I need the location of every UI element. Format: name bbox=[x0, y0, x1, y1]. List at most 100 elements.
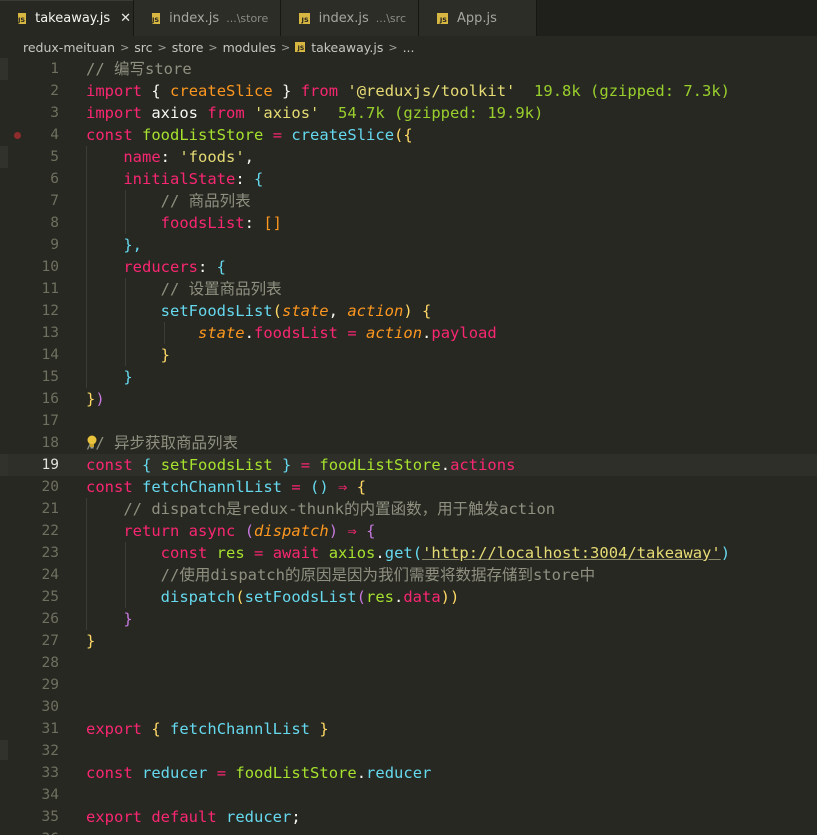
keyword: import bbox=[86, 104, 142, 122]
tab-description: ...\src bbox=[375, 11, 406, 25]
line-number: 5 bbox=[50, 149, 59, 165]
line-number: 16 bbox=[41, 391, 59, 407]
line-number: 9 bbox=[50, 237, 59, 253]
tab-label: App.js bbox=[457, 10, 497, 26]
line-number: 34 bbox=[41, 787, 59, 803]
code-line: 30 bbox=[0, 696, 817, 718]
string-url[interactable]: 'http://localhost:3004/takeaway' bbox=[422, 544, 721, 562]
colon: : bbox=[235, 170, 245, 188]
operator: = bbox=[254, 544, 264, 562]
line-number: 19 bbox=[41, 457, 59, 473]
tab-index-js-src[interactable]: JS index.js ...\src bbox=[281, 0, 419, 36]
array-literal: [] bbox=[263, 214, 283, 232]
dot: . bbox=[356, 764, 367, 782]
breadcrumb-item[interactable]: src bbox=[134, 40, 152, 55]
line-number: 31 bbox=[41, 721, 59, 737]
close-icon[interactable]: ✕ bbox=[120, 11, 131, 26]
code-editor[interactable]: 1 // 编写store 2 import { createSlice } fr… bbox=[0, 58, 817, 835]
keyword: const bbox=[160, 544, 208, 562]
semicolon: ; bbox=[291, 808, 301, 826]
code-line: 6 initialState: { bbox=[0, 168, 817, 190]
keyword: import bbox=[86, 82, 142, 100]
code-line: 14 } bbox=[0, 344, 817, 366]
breadcrumb-item[interactable]: store bbox=[172, 40, 204, 55]
brace: } bbox=[282, 456, 292, 474]
brace: { bbox=[216, 258, 227, 276]
breadcrumb-item[interactable]: takeaway.js bbox=[311, 40, 383, 55]
code-line: 29 bbox=[0, 674, 817, 696]
brace: { bbox=[142, 456, 152, 474]
code-line: 34 bbox=[0, 784, 817, 806]
line-number: 25 bbox=[41, 589, 59, 605]
brace: } bbox=[160, 346, 170, 364]
breadcrumb-separator: > bbox=[157, 40, 167, 54]
code-line: 26 } bbox=[0, 608, 817, 630]
code-line: 9 }, bbox=[0, 234, 817, 256]
breadcrumb-item[interactable]: redux-meituan bbox=[23, 40, 115, 55]
parameter: state bbox=[281, 302, 329, 320]
import-cost-hint: 19.8k (gzipped: 7.3k) bbox=[534, 82, 731, 100]
brace: } bbox=[282, 82, 292, 100]
identifier: fetchChannlList bbox=[142, 478, 282, 496]
brace: }, bbox=[123, 236, 142, 254]
brace: { bbox=[254, 170, 264, 188]
brace: } bbox=[86, 632, 96, 650]
identifier: axios bbox=[151, 104, 199, 122]
tab-takeaway-js[interactable]: JS takeaway.js ✕ bbox=[0, 0, 134, 36]
dot: . bbox=[244, 324, 254, 342]
tab-index-js-store[interactable]: JS index.js ...\store bbox=[134, 0, 281, 36]
code-comment: //使用dispatch的原因是因为我们需要将数据存储到store中 bbox=[160, 566, 596, 584]
parameter: dispatch bbox=[254, 522, 329, 540]
lightbulb-icon[interactable] bbox=[86, 434, 98, 450]
operator: = bbox=[291, 478, 301, 496]
property-key: reducers bbox=[123, 258, 198, 276]
line-number: 30 bbox=[41, 699, 59, 715]
brace: { bbox=[151, 720, 161, 738]
code-line: 35 export default reducer; bbox=[0, 806, 817, 828]
paren: ( bbox=[235, 588, 245, 606]
identifier: reducer bbox=[226, 808, 292, 826]
breadcrumb-item[interactable]: modules bbox=[223, 40, 276, 55]
line-number: 4 bbox=[50, 127, 59, 143]
line-number: 1 bbox=[50, 61, 59, 77]
line-number: 33 bbox=[41, 765, 59, 781]
code-line: 23 const res = await axios.get('http://l… bbox=[0, 542, 817, 564]
function-call: get bbox=[384, 544, 413, 562]
line-number: 26 bbox=[41, 611, 59, 627]
brace: { bbox=[356, 478, 367, 496]
paren: ( bbox=[356, 588, 366, 606]
line-number: 2 bbox=[50, 83, 59, 99]
line-number: 3 bbox=[50, 105, 59, 121]
code-line: 8 foodsList: [] bbox=[0, 212, 817, 234]
breadcrumb-separator: > bbox=[208, 40, 218, 54]
brace: { bbox=[151, 82, 161, 100]
code-line: 32 bbox=[0, 740, 817, 762]
function-call: createSlice bbox=[291, 126, 395, 144]
code-line: 13 state.foodsList = action.payload bbox=[0, 322, 817, 344]
breadcrumb-separator: > bbox=[120, 40, 130, 54]
keyword: from bbox=[300, 82, 339, 100]
line-number: 22 bbox=[41, 523, 59, 539]
js-file-icon: JS bbox=[437, 12, 448, 24]
import-cost-hint: 54.7k (gzipped: 19.9k) bbox=[338, 104, 544, 122]
code-line: 1 // 编写store bbox=[0, 58, 817, 80]
code-line: 21 // dispatch是redux-thunk的内置函数，用于触发acti… bbox=[0, 498, 817, 520]
code-comment: // 编写store bbox=[86, 60, 192, 78]
identifier: fetchChannlList bbox=[170, 720, 311, 738]
line-number: 20 bbox=[41, 479, 59, 495]
line-number: 11 bbox=[41, 281, 59, 297]
line-number: 17 bbox=[41, 413, 59, 429]
property-key: foodsList bbox=[160, 214, 245, 232]
dot: . bbox=[393, 588, 404, 606]
code-comment: // 商品列表 bbox=[160, 192, 251, 210]
keyword: from bbox=[207, 104, 245, 122]
code-comment: // 设置商品列表 bbox=[160, 280, 282, 298]
code-line: 20 const fetchChannlList = () ⇒ { bbox=[0, 476, 817, 498]
identifier: foodListStore bbox=[235, 764, 357, 782]
tab-app-js[interactable]: JS App.js bbox=[419, 0, 537, 36]
code-line: 28 bbox=[0, 652, 817, 674]
line-number: 7 bbox=[50, 193, 59, 209]
paren: ) bbox=[720, 544, 731, 562]
breadcrumb-item[interactable]: ... bbox=[403, 40, 415, 55]
line-number: 18 bbox=[41, 435, 59, 451]
